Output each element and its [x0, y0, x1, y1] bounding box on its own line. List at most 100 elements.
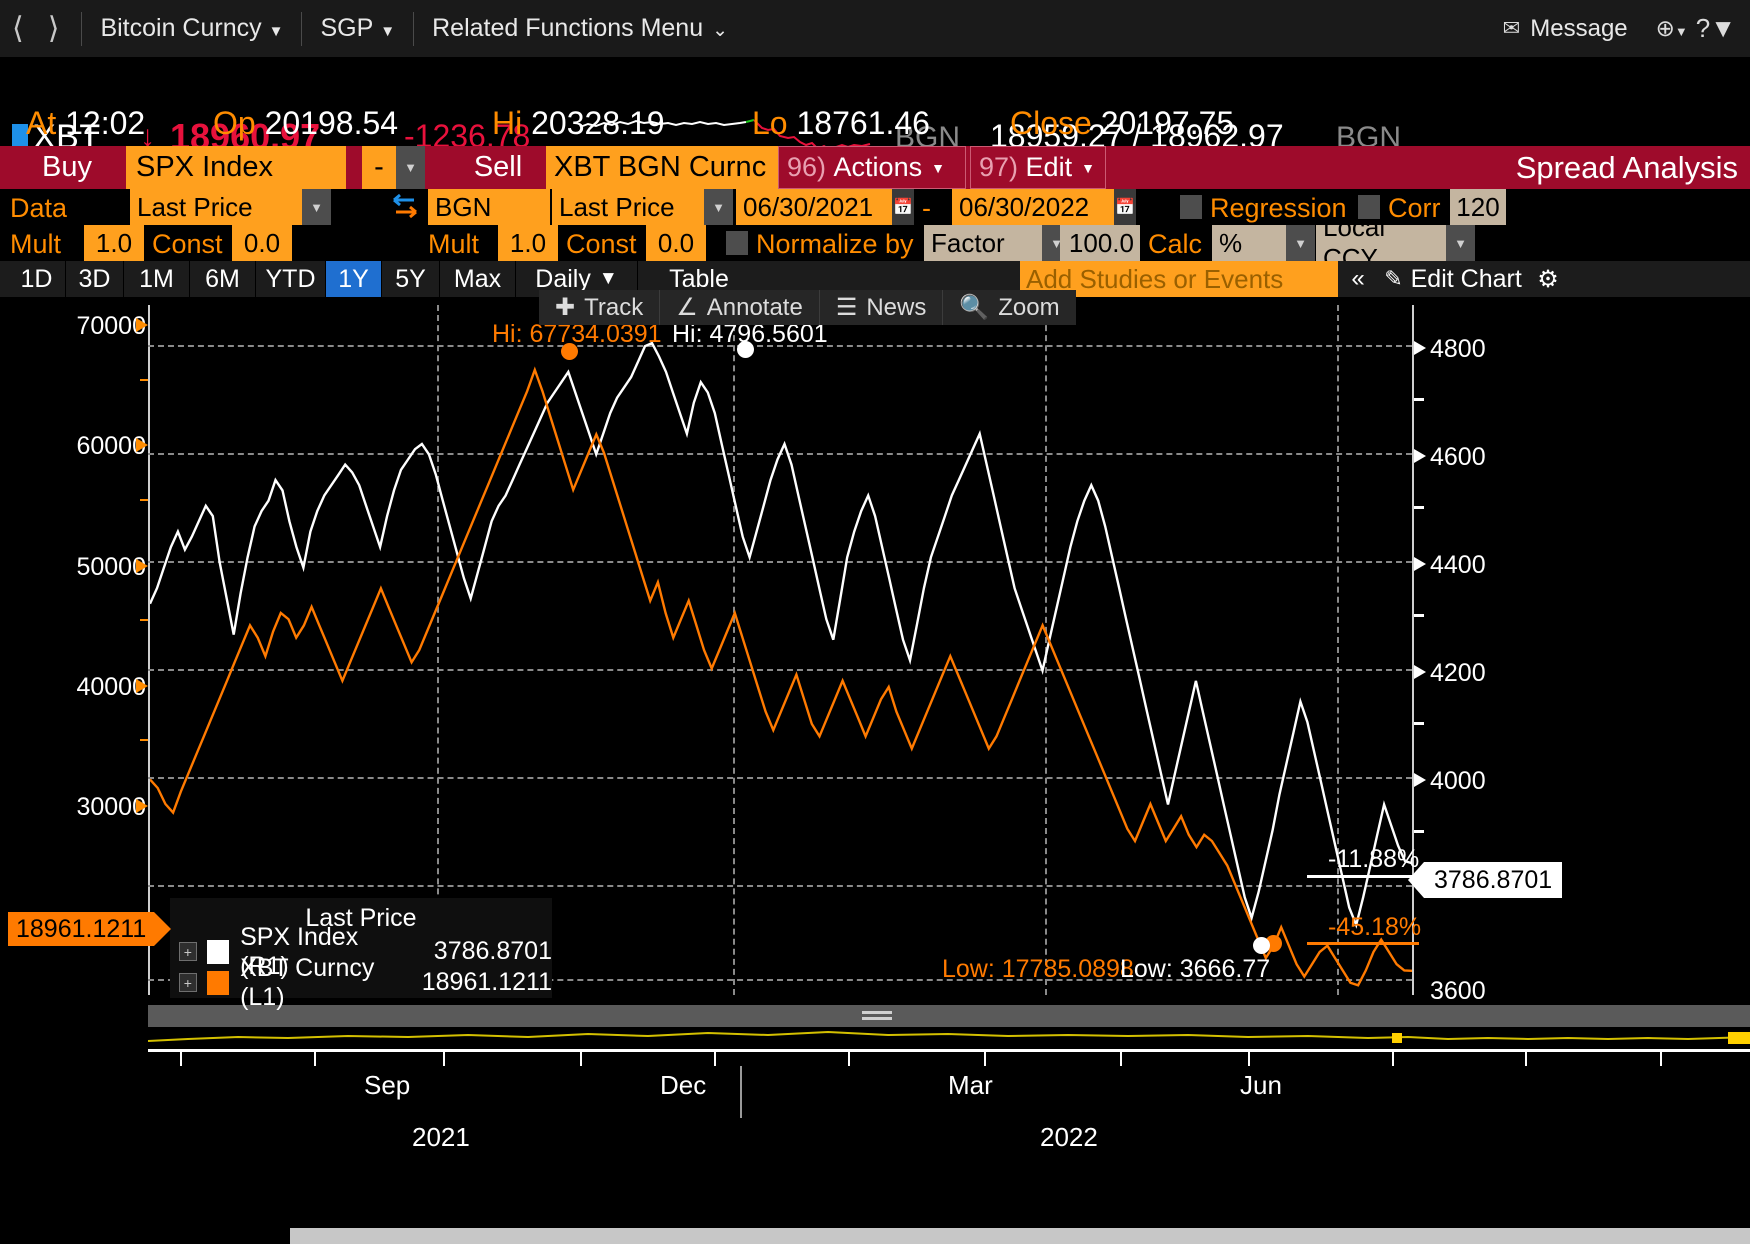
operator-dropdown[interactable]: ▼ — [396, 146, 425, 189]
normalize-checkbox[interactable] — [726, 231, 748, 255]
const1-field[interactable]: 0.0 — [232, 225, 292, 261]
right-minor-tick — [1414, 830, 1424, 833]
x-tick — [714, 1052, 716, 1066]
right-minor-tick — [1414, 398, 1424, 401]
edit-chart-label: Edit Chart — [1410, 264, 1522, 293]
data-field2[interactable]: Last Price — [552, 189, 704, 225]
expand-icon[interactable]: + — [179, 973, 197, 992]
operator-field[interactable]: - — [362, 146, 396, 189]
sell-button[interactable]: Sell — [450, 146, 546, 189]
bloomberg-terminal-window: ⟨ ⟩ Bitcoin Curncy ▼ SGP ▼ Related Functio… — [0, 0, 1750, 1244]
date-to-field[interactable]: 06/30/2022 — [952, 189, 1114, 225]
const2-field[interactable]: 0.0 — [646, 225, 706, 261]
region-selector[interactable]: SGP ▼ — [312, 14, 403, 43]
corr-value-field[interactable]: 120 — [1450, 189, 1506, 225]
divider — [301, 11, 303, 46]
tab-1d[interactable]: 1D — [8, 261, 66, 297]
zoom-tool[interactable]: 🔍 Zoom — [943, 290, 1075, 325]
year-separator — [740, 1066, 742, 1118]
scrollbar-grip[interactable] — [862, 1011, 892, 1022]
edit-menu-button[interactable]: 97) Edit ▼ — [970, 146, 1106, 189]
ccy-dropdown[interactable]: ▼ — [1446, 225, 1475, 261]
divider — [81, 11, 83, 46]
x-tick — [180, 1052, 182, 1066]
chevron-left-icon[interactable]: ⟨ — [0, 13, 36, 44]
actions-menu-button[interactable]: 96) Actions ▼ — [778, 146, 966, 189]
x-tick — [1392, 1052, 1394, 1066]
tab-1m[interactable]: 1M — [124, 261, 190, 297]
mult1-label: Mult — [10, 229, 62, 259]
open-value: 20198.54 — [264, 105, 399, 141]
tab-1y[interactable]: 1Y — [326, 261, 382, 297]
chart-overview-strip[interactable] — [148, 1027, 1750, 1049]
tab-3d[interactable]: 3D — [66, 261, 124, 297]
gear-icon[interactable]: ⚙ — [1528, 261, 1568, 297]
related-functions-menu[interactable]: Related Functions Menu ⌄ — [424, 14, 736, 43]
data-field1[interactable]: Last Price — [130, 189, 302, 225]
buy-button[interactable]: Buy — [8, 146, 126, 189]
data-settings-row: Data Last Price ▼ BGN Last Price ▼ 06/30… — [0, 189, 1750, 225]
actions-label: Actions — [833, 152, 923, 182]
factor-number-field[interactable]: 100.0 — [1060, 225, 1140, 261]
mult2-field[interactable]: 1.0 — [498, 225, 558, 261]
spx-price-flag: 3786.8701 — [1407, 862, 1563, 898]
swap-arrows-icon[interactable] — [390, 191, 420, 221]
window-export-icon[interactable]: ⊕▼ — [1648, 15, 1696, 42]
date-from-field[interactable]: 06/30/2021 — [736, 189, 892, 225]
right-axis-tick-4000: 4000 — [1430, 767, 1486, 795]
annotation-xbt-low: Low: 17785.0898 — [942, 955, 1134, 983]
track-tool[interactable]: ✚ Track — [539, 290, 661, 325]
factor-field[interactable]: Factor — [924, 225, 1042, 261]
edit-number: 97) — [979, 152, 1019, 182]
chart-area[interactable]: 70000 60000 50000 40000 30000 4800 4600 … — [0, 305, 1750, 1011]
source-field[interactable]: BGN — [428, 189, 550, 225]
at-value: 12:02 — [65, 105, 146, 141]
data-field1-dropdown[interactable]: ▼ — [302, 189, 331, 225]
legend-item-xbt[interactable]: + XBT Curncy (L1) 18961.1211 — [170, 954, 552, 1011]
tab-ytd[interactable]: YTD — [256, 261, 326, 297]
x-label-dec: Dec — [660, 1070, 707, 1100]
tab-max[interactable]: Max — [440, 261, 516, 297]
color-swatch-xbt — [206, 970, 230, 995]
calendar-icon-to[interactable]: 📅 — [1114, 189, 1136, 225]
calc-dropdown[interactable]: ▼ — [1286, 225, 1315, 261]
annotate-label: Annotate — [706, 293, 803, 321]
news-label: News — [866, 293, 927, 321]
x-tick — [1248, 1052, 1250, 1066]
expand-icon[interactable]: + — [179, 942, 197, 961]
x-axis-line — [148, 1049, 1750, 1052]
edit-chart-button[interactable]: ✎ Edit Chart — [1378, 261, 1528, 297]
close-value: 20197.75 — [1100, 105, 1235, 141]
chevron-right-icon[interactable]: ⟩ — [36, 13, 72, 44]
tab-6m[interactable]: 6M — [190, 261, 256, 297]
data-field2-dropdown[interactable]: ▼ — [704, 189, 733, 225]
ccy-field[interactable]: Local CCY — [1316, 212, 1446, 273]
left-minor-tick — [140, 379, 148, 381]
right-tick-marker — [1414, 557, 1426, 571]
security-label: Bitcoin Curncy — [100, 14, 262, 42]
divider — [413, 11, 415, 46]
message-button[interactable]: ✉ Message — [1503, 15, 1648, 43]
collapse-panel-icon[interactable]: « — [1338, 261, 1378, 297]
right-tick-marker — [1414, 773, 1426, 787]
series-spx-index — [150, 341, 1412, 929]
help-button[interactable]: ?▼ — [1696, 13, 1750, 44]
security1-field[interactable]: SPX Index — [126, 146, 346, 189]
security-selector[interactable]: Bitcoin Curncy ▼ — [92, 14, 291, 43]
security2-field[interactable]: XBT BGN Curnc — [546, 146, 778, 189]
tab-5y[interactable]: 5Y — [382, 261, 440, 297]
news-tool[interactable]: ☰ News — [820, 290, 944, 325]
right-minor-tick — [1414, 506, 1424, 509]
mult1-field[interactable]: 1.0 — [84, 225, 144, 261]
annotate-tool[interactable]: ∠ Annotate — [660, 290, 820, 325]
xbt-pct-change-label: -45.18% — [1328, 913, 1422, 941]
x-tick — [580, 1052, 582, 1066]
left-tick-marker — [136, 679, 148, 693]
calc-field[interactable]: % — [1212, 225, 1286, 261]
calendar-icon-from[interactable]: 📅 — [892, 189, 914, 225]
regression-checkbox[interactable] — [1180, 195, 1202, 219]
spx-last-reference-line — [1307, 875, 1419, 878]
marker-spx-low — [1253, 937, 1270, 954]
magnifier-icon: 🔍 — [959, 294, 990, 321]
x-label-mar: Mar — [948, 1070, 993, 1100]
